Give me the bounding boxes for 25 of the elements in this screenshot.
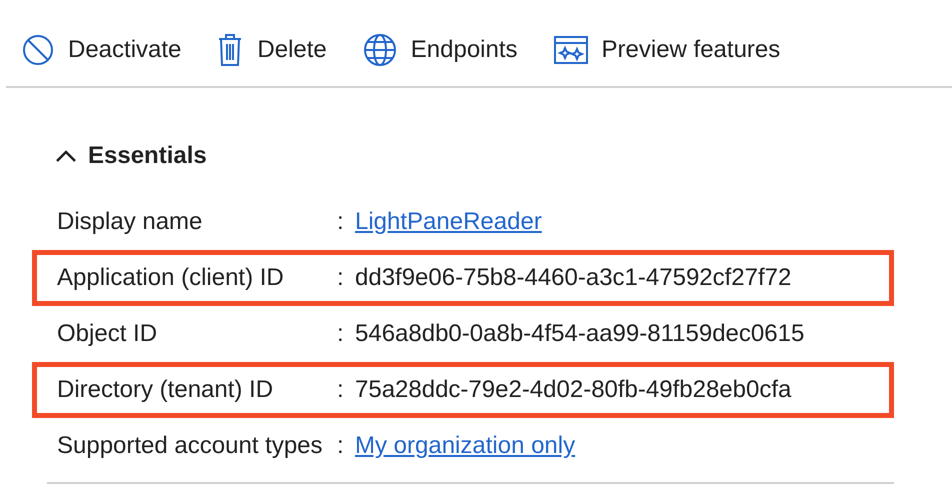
toolbar-button[interactable]: Preview features	[554, 32, 780, 68]
toolbar-button[interactable]: Deactivate	[22, 32, 182, 68]
sparkle-window-icon	[554, 36, 588, 64]
value-link[interactable]: LightPaneReader	[355, 204, 542, 240]
field-value: 75a28ddc-79e2-4d02-80fb-49fb28eb0cfa	[355, 375, 792, 405]
essentials-toggle[interactable]: Essentials	[56, 138, 207, 174]
field-label: Object ID	[57, 319, 158, 349]
separator: :	[337, 207, 345, 237]
separator: :	[337, 431, 345, 461]
separator: :	[337, 319, 345, 349]
field-label: Supported account types	[57, 431, 324, 461]
globe-icon	[362, 33, 397, 67]
value-link[interactable]: My organization only	[355, 428, 576, 464]
separator: :	[337, 375, 345, 405]
chevron-up-icon	[56, 150, 76, 162]
field-label: Display name	[57, 207, 204, 237]
field-label: Application (client) ID	[57, 263, 285, 293]
field-label: Directory (tenant) ID	[57, 375, 274, 405]
field-value: dd3f9e06-75b8-4460-a3c1-47592cf27f72	[355, 263, 792, 293]
toolbar-button[interactable]: Endpoints	[362, 32, 518, 68]
toolbar-button[interactable]: Delete	[217, 32, 327, 68]
trash-icon	[217, 33, 244, 67]
field-value: 546a8db0-0a8b-4f54-aa99-81159dec0615	[355, 319, 804, 349]
separator: :	[337, 263, 345, 293]
block-icon	[22, 34, 54, 66]
